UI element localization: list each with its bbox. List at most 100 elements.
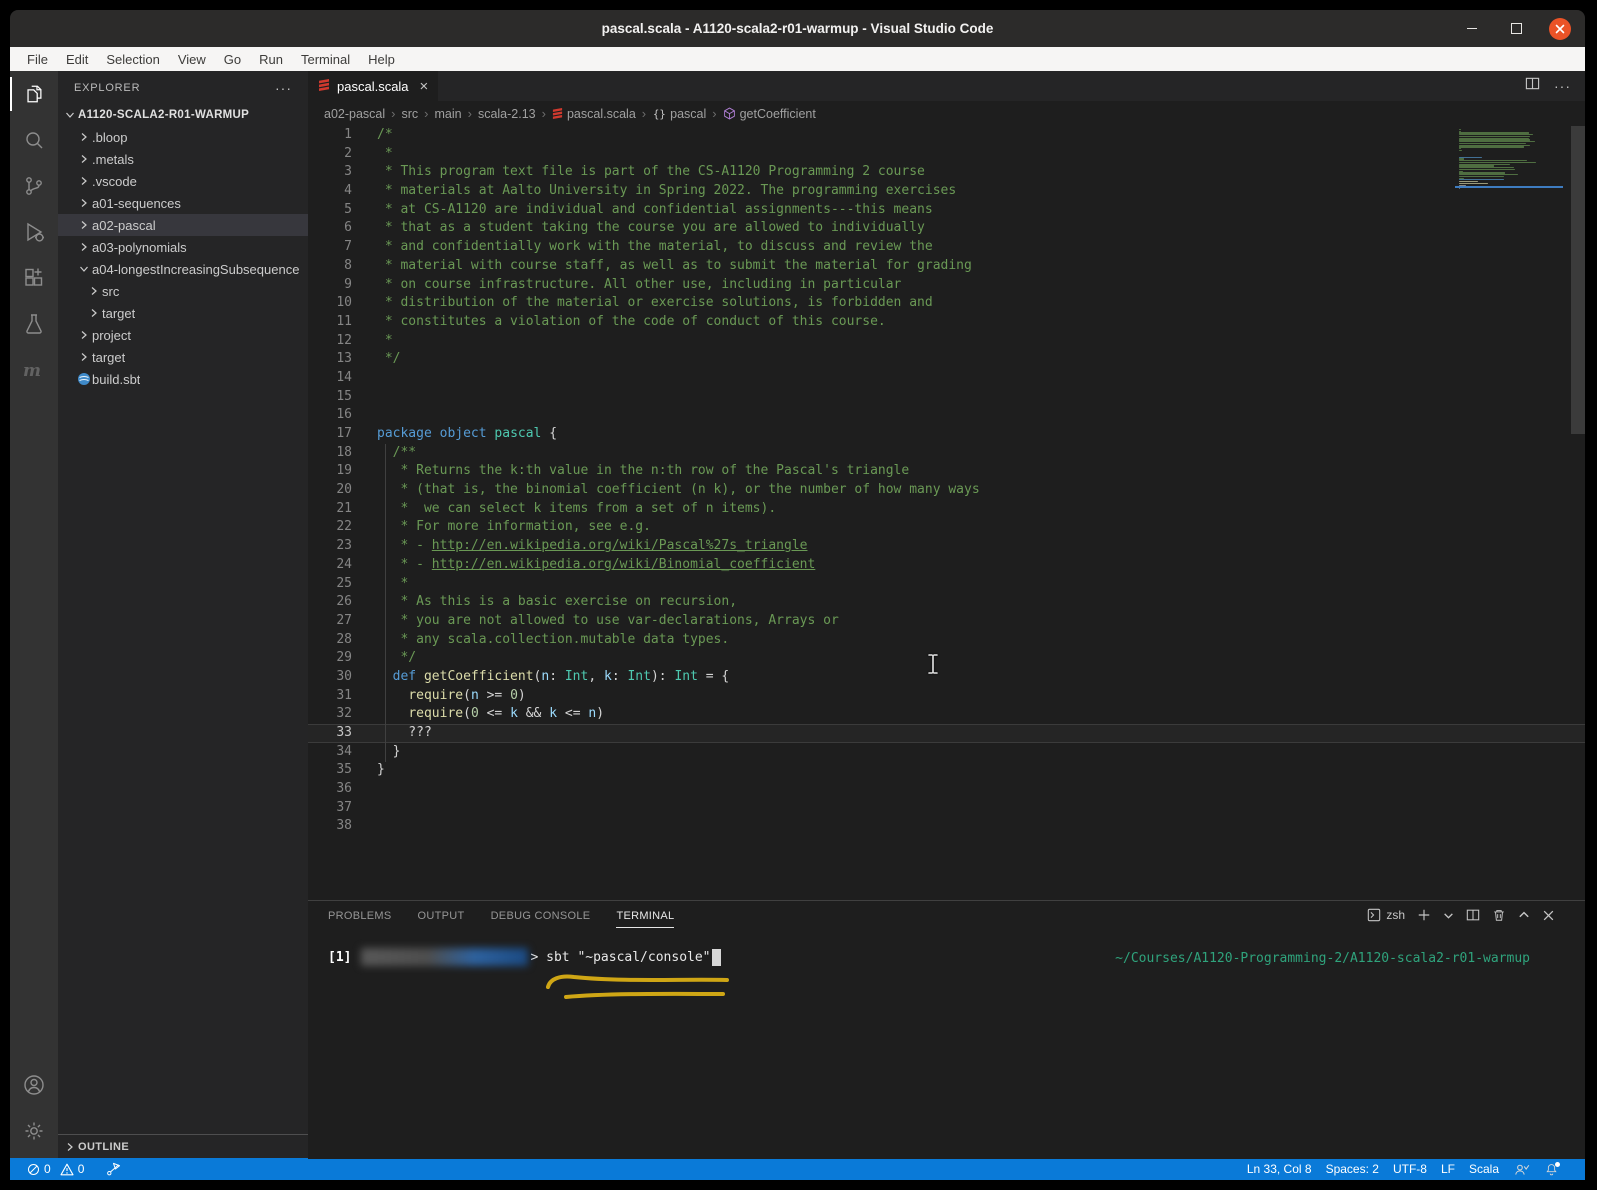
code-line-31[interactable]: 31 require(n >= 0) xyxy=(308,687,1585,706)
activity-explorer-icon[interactable] xyxy=(10,71,58,117)
new-terminal-button[interactable] xyxy=(1417,908,1431,922)
breadcrumb-pascal[interactable]: {}pascal xyxy=(652,107,706,121)
code-line-37[interactable]: 37 xyxy=(308,799,1585,818)
code-line-26[interactable]: 26 * As this is a basic exercise on recu… xyxy=(308,593,1585,612)
code-line-32[interactable]: 32 require(0 <= k && k <= n) xyxy=(308,705,1585,724)
code-line-23[interactable]: 23 * - http://en.wikipedia.org/wiki/Pasc… xyxy=(308,537,1585,556)
status-spaces-2[interactable]: Spaces: 2 xyxy=(1319,1162,1386,1176)
code-line-11[interactable]: 11 * constitutes a violation of the code… xyxy=(308,313,1585,332)
shell-selector[interactable]: zsh xyxy=(1367,908,1405,922)
maximize-button[interactable] xyxy=(1505,18,1527,40)
maximize-panel-chevron-up-icon[interactable] xyxy=(1518,909,1530,921)
code-line-14[interactable]: 14 xyxy=(308,369,1585,388)
code-line-34[interactable]: 34 } xyxy=(308,743,1585,762)
status-lf[interactable]: LF xyxy=(1434,1162,1462,1176)
problems-status[interactable]: 0 0 xyxy=(20,1158,91,1180)
minimize-button[interactable] xyxy=(1461,18,1483,40)
tree-item-a03-polynomials[interactable]: a03-polynomials xyxy=(58,236,308,258)
notifications-bell-icon[interactable] xyxy=(1537,1162,1575,1177)
code-line-4[interactable]: 4 * materials at Aalto University in Spr… xyxy=(308,182,1585,201)
status-ln-33-col-8[interactable]: Ln 33, Col 8 xyxy=(1240,1162,1319,1176)
code-line-16[interactable]: 16 xyxy=(308,406,1585,425)
tree-item-target[interactable]: target xyxy=(58,346,308,368)
outline-section-header[interactable]: OUTLINE xyxy=(58,1134,308,1158)
activity-settings-icon[interactable] xyxy=(10,1108,58,1154)
code-line-18[interactable]: 18 /** xyxy=(308,444,1585,463)
breadcrumb-pascal-scala[interactable]: pascal.scala xyxy=(552,107,636,121)
tree-item-target[interactable]: target xyxy=(58,302,308,324)
code-line-25[interactable]: 25 * xyxy=(308,575,1585,594)
code-line-2[interactable]: 2 * xyxy=(308,145,1585,164)
kill-terminal-button[interactable] xyxy=(1492,908,1506,922)
code-line-3[interactable]: 3 * This program text file is part of th… xyxy=(308,163,1585,182)
code-line-35[interactable]: 35} xyxy=(308,761,1585,780)
code-line-21[interactable]: 21 * we can select k items from a set of… xyxy=(308,500,1585,519)
tab-close-icon[interactable]: × xyxy=(420,78,429,95)
code-line-5[interactable]: 5 * at CS-A1120 are individual and confi… xyxy=(308,201,1585,220)
activity-source-control-icon[interactable] xyxy=(10,163,58,209)
panel-tab-output[interactable]: OUTPUT xyxy=(418,904,465,928)
metals-status-flag-icon[interactable] xyxy=(99,1158,128,1180)
split-editor-icon[interactable] xyxy=(1525,76,1540,96)
code-line-29[interactable]: 29 */ xyxy=(308,649,1585,668)
tree-root-folder[interactable]: A1120-SCALA2-R01-WARMUP xyxy=(58,104,308,126)
close-button[interactable] xyxy=(1549,18,1571,40)
tree-item-a02-pascal[interactable]: a02-pascal xyxy=(58,214,308,236)
editor-scrollbar[interactable] xyxy=(1571,126,1585,434)
activity-run-debug-icon[interactable] xyxy=(10,209,58,255)
tree-item--metals[interactable]: .metals xyxy=(58,148,308,170)
tree-item-project[interactable]: project xyxy=(58,324,308,346)
status-scala[interactable]: Scala xyxy=(1462,1162,1506,1176)
menu-help[interactable]: Help xyxy=(359,47,404,71)
code-line-33[interactable]: 33 ??? xyxy=(308,724,1585,743)
status-utf-8[interactable]: UTF-8 xyxy=(1386,1162,1434,1176)
code-line-17[interactable]: 17package object pascal { xyxy=(308,425,1585,444)
tree-item--vscode[interactable]: .vscode xyxy=(58,170,308,192)
activity-search-icon[interactable] xyxy=(10,117,58,163)
panel-tab-problems[interactable]: PROBLEMS xyxy=(328,904,392,928)
activity-testing-icon[interactable] xyxy=(10,301,58,347)
code-line-15[interactable]: 15 xyxy=(308,388,1585,407)
panel-tab-terminal[interactable]: TERMINAL xyxy=(616,904,674,928)
activity-extensions-icon[interactable] xyxy=(10,255,58,301)
activity-metals-icon[interactable]: m xyxy=(10,347,58,393)
activity-account-icon[interactable] xyxy=(10,1062,58,1108)
code-line-6[interactable]: 6 * that as a student taking the course … xyxy=(308,219,1585,238)
code-line-38[interactable]: 38 xyxy=(308,817,1585,836)
code-line-24[interactable]: 24 * - http://en.wikipedia.org/wiki/Bino… xyxy=(308,556,1585,575)
code-editor[interactable]: 1/*2 *3 * This program text file is part… xyxy=(308,126,1585,900)
tab-pascal-scala[interactable]: pascal.scala × xyxy=(308,71,438,101)
code-line-7[interactable]: 7 * and confidentially work with the mat… xyxy=(308,238,1585,257)
code-line-28[interactable]: 28 * any scala.collection.mutable data t… xyxy=(308,631,1585,650)
tree-item-a04-longestincreasingsubsequence[interactable]: a04-longestIncreasingSubsequence xyxy=(58,258,308,280)
breadcrumb-src[interactable]: src xyxy=(402,107,419,121)
code-line-10[interactable]: 10 * distribution of the material or exe… xyxy=(308,294,1585,313)
panel-tab-debug-console[interactable]: DEBUG CONSOLE xyxy=(491,904,591,928)
code-line-22[interactable]: 22 * For more information, see e.g. xyxy=(308,518,1585,537)
tree-item-a01-sequences[interactable]: a01-sequences xyxy=(58,192,308,214)
terminal-content[interactable]: [1] > sbt "~pascal/console" xyxy=(328,948,721,966)
tree-item-src[interactable]: src xyxy=(58,280,308,302)
tree-item--bloop[interactable]: .bloop xyxy=(58,126,308,148)
menu-terminal[interactable]: Terminal xyxy=(292,47,359,71)
code-line-12[interactable]: 12 * xyxy=(308,332,1585,351)
explorer-more-actions-button[interactable]: ··· xyxy=(275,80,292,96)
code-line-36[interactable]: 36 xyxy=(308,780,1585,799)
menu-selection[interactable]: Selection xyxy=(97,47,168,71)
code-line-20[interactable]: 20 * (that is, the binomial coefficient … xyxy=(308,481,1585,500)
breadcrumb-scala-2-13[interactable]: scala-2.13 xyxy=(478,107,536,121)
code-line-1[interactable]: 1/* xyxy=(308,126,1585,145)
menu-run[interactable]: Run xyxy=(250,47,292,71)
breadcrumb-getcoefficient[interactable]: getCoefficient xyxy=(723,107,816,121)
code-line-27[interactable]: 27 * you are not allowed to use var-decl… xyxy=(308,612,1585,631)
menu-file[interactable]: File xyxy=(18,47,57,71)
tree-item-build-sbt[interactable]: build.sbt xyxy=(58,368,308,390)
feedback-person-icon[interactable] xyxy=(1506,1162,1537,1177)
breadcrumb-main[interactable]: main xyxy=(435,107,462,121)
breadcrumb-a02-pascal[interactable]: a02-pascal xyxy=(324,107,385,121)
minimap[interactable] xyxy=(1459,129,1569,195)
menu-view[interactable]: View xyxy=(169,47,215,71)
code-line-30[interactable]: 30 def getCoefficient(n: Int, k: Int): I… xyxy=(308,668,1585,687)
code-line-13[interactable]: 13 */ xyxy=(308,350,1585,369)
split-terminal-button[interactable] xyxy=(1466,908,1480,922)
